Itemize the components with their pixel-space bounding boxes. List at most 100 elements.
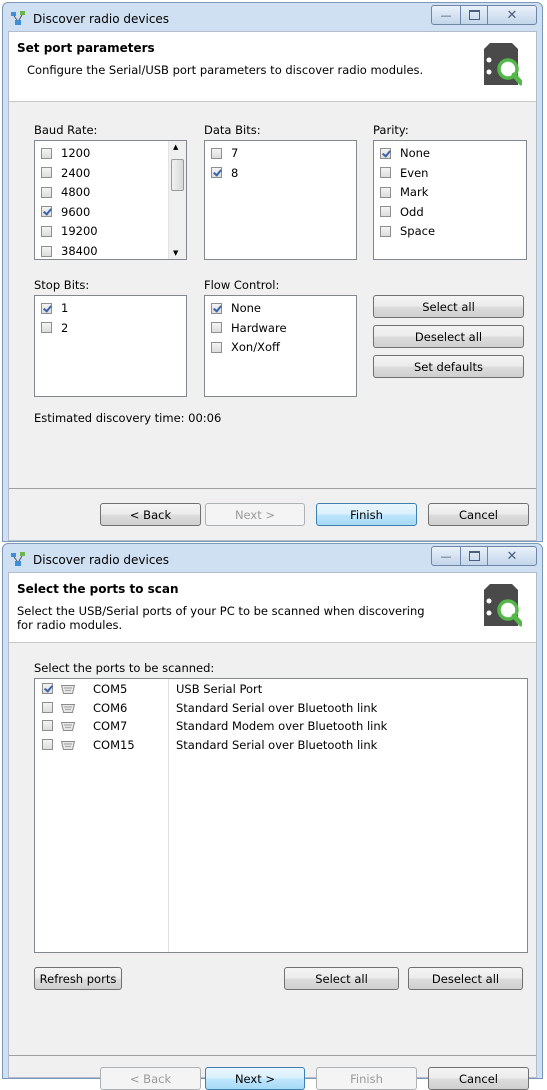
port-description: Standard Serial over Bluetooth link	[176, 700, 378, 715]
set-defaults-button[interactable]: Set defaults	[373, 355, 524, 378]
parity-option[interactable]: Mark	[380, 184, 428, 200]
parity-list[interactable]: None Even Mark Odd Space	[373, 140, 527, 260]
stop-bits-checkbox[interactable]	[41, 302, 52, 314]
stop-bits-checkbox[interactable]	[41, 322, 52, 334]
select-all-button[interactable]: Select all	[284, 967, 399, 990]
close-button[interactable]: ✕	[487, 546, 537, 566]
baud-rate-checkbox[interactable]	[41, 225, 52, 237]
port-checkbox[interactable]	[42, 738, 53, 750]
stop-bits-option[interactable]: 1	[41, 300, 68, 316]
port-checkbox[interactable]	[42, 720, 53, 731]
baud-rate-option[interactable]: 38400	[41, 243, 98, 259]
refresh-ports-button[interactable]: Refresh ports	[34, 967, 122, 990]
baud-rate-option-label: 19200	[61, 224, 98, 239]
baud-rate-option-label: 38400	[61, 244, 98, 258]
baud-rate-checkbox[interactable]	[41, 147, 52, 159]
baud-rate-option[interactable]: 2400	[41, 165, 90, 181]
flow-control-checkbox[interactable]	[211, 302, 222, 314]
dialog-select-ports: Discover radio devices — ✕ Select the po…	[2, 543, 543, 1090]
minimize-button[interactable]: —	[431, 5, 461, 25]
baud-rate-option[interactable]: 9600	[41, 204, 90, 220]
next-button[interactable]: Next >	[205, 503, 305, 526]
minimize-button[interactable]: —	[431, 546, 461, 566]
scrollbar-thumb[interactable]	[171, 159, 184, 191]
maximize-button[interactable]	[460, 546, 488, 566]
next-button[interactable]: Next >	[205, 1067, 305, 1090]
radio-search-icon	[484, 43, 522, 86]
stop-bits-option-label: 1	[61, 301, 69, 315]
port-description: USB Serial Port	[176, 682, 263, 696]
page-description-line-2: for radio modules.	[17, 618, 123, 632]
deselect-all-button[interactable]: Deselect all	[373, 325, 524, 348]
parity-checkbox[interactable]	[380, 147, 391, 159]
flow-control-option[interactable]: Hardware	[211, 320, 287, 336]
table-row[interactable]: COM6 Standard Serial over Bluetooth link	[35, 699, 527, 717]
table-row[interactable]: COM5 USB Serial Port	[35, 680, 527, 698]
baud-rate-option-label: 1200	[61, 146, 91, 160]
footer-divider	[9, 488, 536, 489]
parity-option-label: Mark	[400, 185, 429, 200]
data-bits-option[interactable]: 7	[211, 145, 238, 161]
parity-checkbox[interactable]	[380, 206, 391, 218]
parity-option[interactable]: Even	[380, 165, 428, 181]
baud-rate-checkbox[interactable]	[41, 167, 52, 179]
baud-rate-option-label: 4800	[61, 185, 91, 200]
baud-rate-list[interactable]: ▲ ▼ 1200 2400 4800 9600 19200 38400	[34, 140, 187, 260]
flow-control-option-label: Hardware	[231, 320, 287, 335]
select-all-button[interactable]: Select all	[373, 295, 524, 318]
back-button[interactable]: < Back	[100, 503, 201, 526]
cancel-button[interactable]: Cancel	[428, 503, 529, 526]
title-bar[interactable]: Discover radio devices — ✕	[3, 544, 542, 572]
table-row[interactable]: COM7 Standard Modem over Bluetooth link	[35, 717, 527, 735]
flow-control-option[interactable]: Xon/Xoff	[211, 339, 280, 355]
scroll-up-icon[interactable]: ▲	[173, 143, 178, 151]
ports-table[interactable]: COM5 USB Serial Port COM6 Standard Serial o…	[34, 678, 528, 953]
baud-rate-scrollbar[interactable]: ▲ ▼	[168, 141, 186, 259]
data-bits-option-label: 7	[231, 146, 239, 160]
flow-control-checkbox[interactable]	[211, 341, 222, 353]
parity-label: Parity:	[373, 123, 409, 137]
minimize-icon: —	[440, 8, 452, 22]
parity-checkbox[interactable]	[380, 167, 391, 179]
baud-rate-checkbox[interactable]	[41, 206, 52, 218]
flow-control-list[interactable]: None Hardware Xon/Xoff	[204, 295, 357, 397]
data-bits-list[interactable]: 78	[204, 140, 357, 260]
port-description: Standard Serial over Bluetooth link	[176, 737, 378, 752]
stop-bits-option[interactable]: 2	[41, 320, 68, 336]
baud-rate-checkbox[interactable]	[41, 186, 52, 198]
baud-rate-label: Baud Rate:	[34, 123, 98, 137]
port-checkbox[interactable]	[42, 683, 53, 694]
parity-option[interactable]: None	[380, 145, 430, 161]
baud-rate-option-label: 2400	[61, 165, 91, 180]
scroll-down-icon[interactable]: ▼	[173, 249, 178, 257]
cancel-button[interactable]: Cancel	[428, 1067, 529, 1090]
table-row[interactable]: COM15 Standard Serial over Bluetooth link	[35, 736, 527, 754]
data-bits-checkbox[interactable]	[211, 167, 222, 179]
baud-rate-option[interactable]: 19200	[41, 223, 98, 239]
data-bits-option[interactable]: 8	[211, 165, 238, 181]
window-title: Discover radio devices	[33, 553, 170, 567]
flow-control-checkbox[interactable]	[211, 322, 222, 334]
maximize-button[interactable]	[460, 5, 488, 25]
baud-rate-checkbox[interactable]	[41, 245, 52, 257]
parity-option-label: Even	[400, 165, 429, 180]
back-button[interactable]: < Back	[100, 1067, 201, 1090]
minimize-icon: —	[440, 549, 452, 563]
parity-option[interactable]: Space	[380, 223, 435, 239]
data-bits-checkbox[interactable]	[211, 147, 222, 159]
window-title: Discover radio devices	[33, 12, 170, 26]
parity-checkbox[interactable]	[380, 186, 391, 198]
finish-button[interactable]: Finish	[316, 1067, 417, 1090]
stop-bits-label: Stop Bits:	[34, 278, 90, 292]
flow-control-option[interactable]: None	[211, 300, 261, 316]
finish-button[interactable]: Finish	[316, 503, 417, 526]
baud-rate-option[interactable]: 4800	[41, 184, 90, 200]
port-checkbox[interactable]	[42, 701, 53, 713]
parity-option[interactable]: Odd	[380, 204, 424, 220]
close-button[interactable]: ✕	[487, 5, 537, 25]
deselect-all-button[interactable]: Deselect all	[408, 967, 523, 990]
title-bar[interactable]: Discover radio devices — ✕	[3, 3, 542, 31]
stop-bits-list[interactable]: 12	[34, 295, 187, 397]
parity-checkbox[interactable]	[380, 225, 391, 237]
baud-rate-option[interactable]: 1200	[41, 145, 90, 161]
